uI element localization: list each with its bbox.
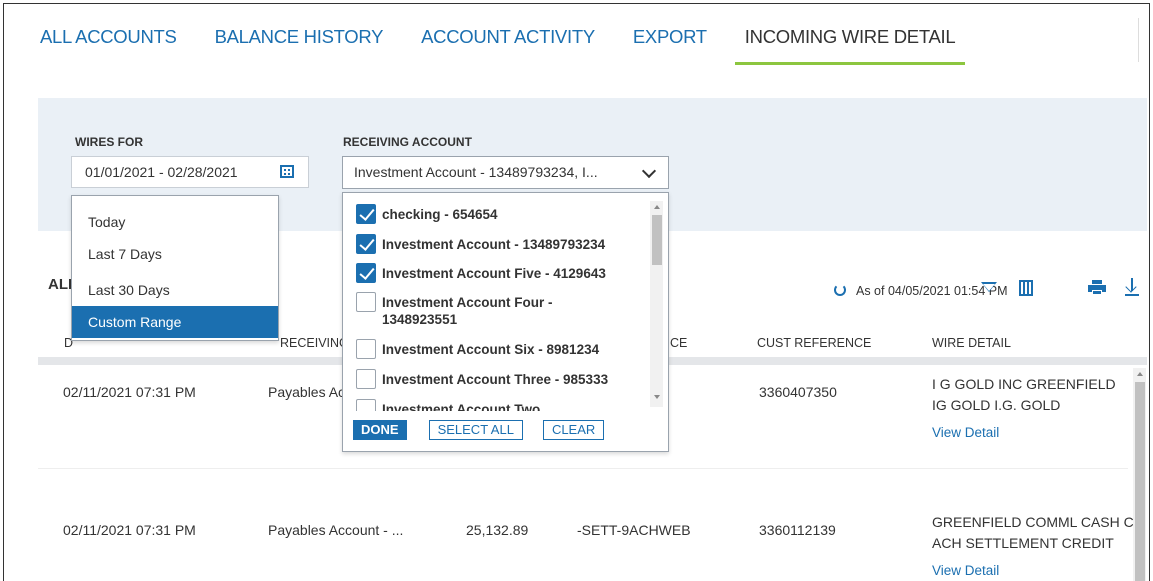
- checkbox-checked[interactable]: [356, 263, 376, 283]
- column-header-cust-reference[interactable]: CUST REFERENCE: [757, 336, 871, 350]
- download-icon[interactable]: [1124, 277, 1140, 297]
- wires-for-label: WIRES FOR: [75, 135, 143, 149]
- checkbox-unchecked[interactable]: [356, 399, 376, 411]
- print-icon-part: [1092, 290, 1102, 295]
- account-option-label: checking - 654654: [382, 207, 498, 222]
- row2-wire-line2: ACH SETTLEMENT CREDIT: [932, 535, 1114, 551]
- done-button[interactable]: DONE: [353, 420, 407, 440]
- print-icon[interactable]: [1088, 280, 1106, 295]
- row2-account: Payables Account - ...: [268, 522, 404, 538]
- row1-wire-line1: I G GOLD INC GREENFIELD: [932, 376, 1116, 392]
- filter-icon[interactable]: [981, 282, 997, 292]
- account-option-label: Investment Account Two: [382, 402, 541, 411]
- row2-cust-reference: 3360112139: [759, 522, 836, 538]
- row2-view-detail-link[interactable]: View Detail: [932, 560, 1143, 581]
- table-scroll-thumb[interactable]: [1135, 382, 1145, 581]
- download-icon-part: [1125, 281, 1137, 293]
- row1-wire-detail: I G GOLD INC GREENFIELD IG GOLD I.G. GOL…: [932, 374, 1116, 443]
- tab-bar: ALL ACCOUNTS BALANCE HISTORY ACCOUNT ACT…: [40, 26, 993, 66]
- tab-account-activity[interactable]: ACCOUNT ACTIVITY: [421, 26, 595, 66]
- row1-view-detail-link[interactable]: View Detail: [932, 422, 1116, 443]
- account-option-label: Investment Account Four - 1348923551: [382, 295, 553, 327]
- print-icon-part: [1092, 280, 1102, 284]
- row1-cust-reference: 3360407350: [759, 384, 837, 400]
- receiving-account-label: RECEIVING ACCOUNT: [343, 135, 472, 149]
- tab-balance-history[interactable]: BALANCE HISTORY: [215, 26, 384, 66]
- checkbox-unchecked[interactable]: [356, 339, 376, 359]
- date-option-last-7-days[interactable]: Last 7 Days: [72, 240, 278, 268]
- receiving-account-select[interactable]: Investment Account - 13489793234, I...: [342, 156, 669, 189]
- date-range-value: 01/01/2021 - 02/28/2021: [85, 164, 238, 180]
- account-option-list: checking - 654654 Investment Account - 1…: [343, 193, 648, 411]
- row2-amount: 25,132.89: [466, 522, 529, 538]
- tab-incoming-wire-detail[interactable]: INCOMING WIRE DETAIL: [734, 26, 965, 66]
- account-option-label: Investment Account Three - 985333: [382, 372, 609, 387]
- receiving-account-value: Investment Account - 13489793234, I...: [354, 164, 598, 180]
- scroll-down-icon[interactable]: [654, 395, 660, 399]
- checkbox-unchecked[interactable]: [356, 292, 376, 312]
- date-option-last-30-days[interactable]: Last 30 Days: [72, 274, 278, 306]
- download-icon-part: [1125, 294, 1139, 296]
- tab-all-accounts[interactable]: ALL ACCOUNTS: [40, 26, 177, 66]
- tab-export[interactable]: EXPORT: [633, 26, 707, 66]
- row1-date: 02/11/2021 07:31 PM: [63, 384, 196, 400]
- scroll-up-icon[interactable]: [654, 205, 660, 209]
- row2-date: 02/11/2021 07:31 PM: [63, 522, 196, 538]
- column-header-reference[interactable]: CE: [670, 336, 687, 350]
- calendar-icon[interactable]: [280, 165, 294, 178]
- account-menu-actions: DONE SELECT ALL CLEAR: [353, 420, 624, 440]
- chevron-down-icon[interactable]: [641, 163, 657, 179]
- date-range-input[interactable]: 01/01/2021 - 02/28/2021: [71, 156, 309, 188]
- row-divider: [38, 468, 1128, 469]
- row2-wire-detail: GREENFIELD COMML CASH C& ACH SETTLEMENT …: [932, 512, 1143, 581]
- columns-icon[interactable]: [1019, 280, 1033, 296]
- checkbox-checked[interactable]: [356, 234, 376, 254]
- clear-button[interactable]: CLEAR: [542, 420, 605, 440]
- account-option-label: Investment Account Six - 8981234: [382, 342, 600, 357]
- account-menu-scroll-thumb[interactable]: [652, 215, 662, 265]
- select-all-button[interactable]: SELECT ALL: [428, 420, 523, 440]
- column-header-wire-detail[interactable]: WIRE DETAIL: [932, 336, 1011, 350]
- row2-wire-line1: GREENFIELD COMML CASH C&: [932, 514, 1144, 530]
- row1-wire-line2: IG GOLD I.G. GOLD: [932, 397, 1061, 413]
- date-range-menu: Today Last 7 Days Last 30 Days Custom Ra…: [71, 195, 279, 341]
- account-option-label: Investment Account Five - 4129643: [382, 266, 606, 281]
- refresh-icon[interactable]: [834, 284, 846, 296]
- row1-account: Payables Ac: [268, 384, 346, 400]
- checkbox-unchecked[interactable]: [356, 369, 376, 389]
- scroll-up-icon[interactable]: [1137, 372, 1143, 376]
- date-option-custom-range[interactable]: Custom Range: [72, 306, 278, 338]
- account-option-label: Investment Account - 13489793234: [382, 237, 606, 252]
- row2-reference: -SETT-9ACHWEB: [577, 522, 691, 538]
- checkbox-checked[interactable]: [356, 204, 376, 224]
- tab-divider: [1138, 18, 1139, 62]
- account-multiselect-menu: checking - 654654 Investment Account - 1…: [342, 192, 669, 452]
- date-option-today[interactable]: Today: [72, 206, 278, 238]
